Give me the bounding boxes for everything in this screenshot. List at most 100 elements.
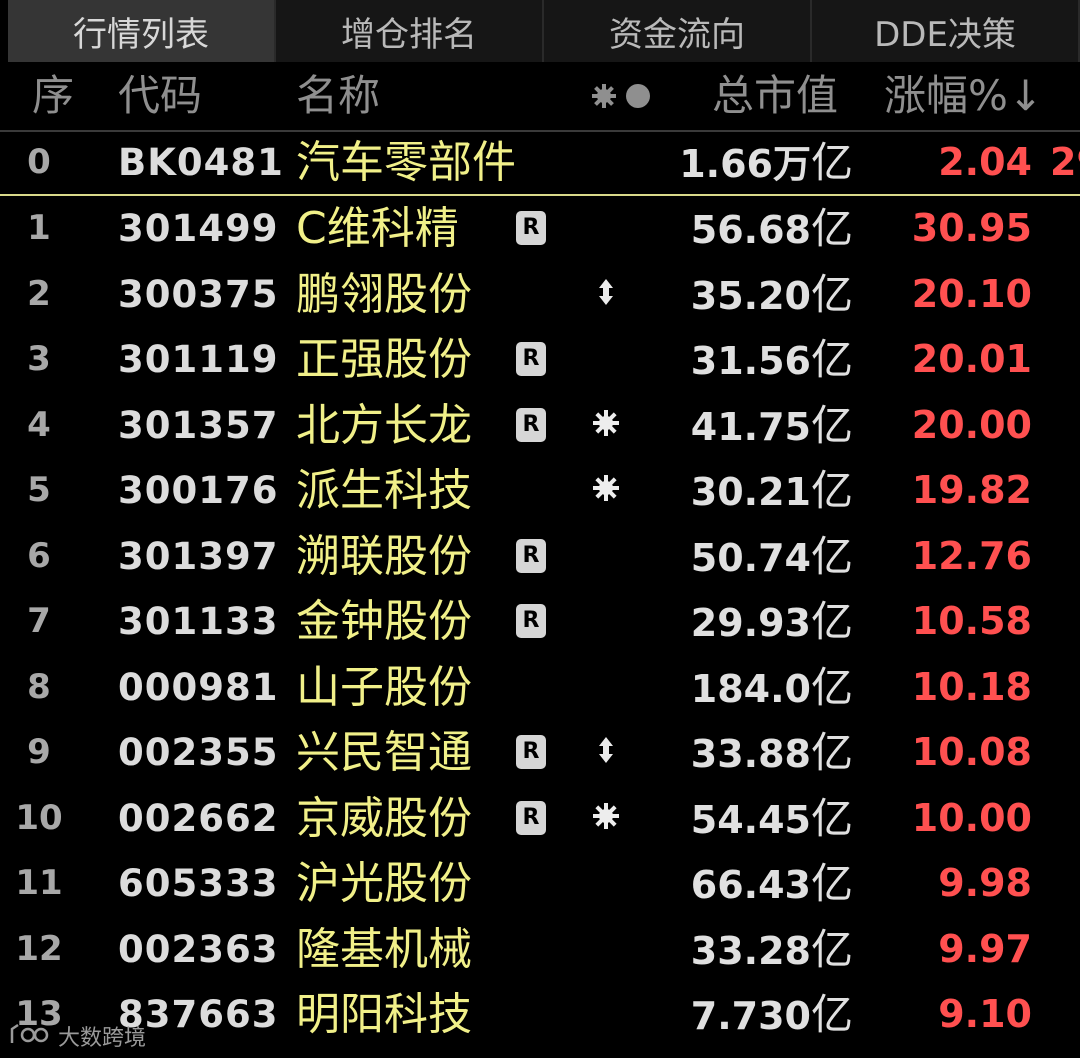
stock-name: 隆基机械 — [296, 923, 472, 975]
watermark: 大数跨境 — [8, 1018, 146, 1054]
change-percent: 30.95 — [911, 206, 1032, 250]
stock-name: C维科精 — [296, 203, 459, 254]
market-cap: 50.74亿 — [640, 524, 853, 589]
flag-column-icon[interactable] — [590, 82, 660, 110]
stock-code: 301357 — [118, 403, 279, 447]
stock-row[interactable]: 2 300375 鹏翎股份 35.20亿 20.10 — [0, 262, 1080, 328]
market-cap-unit: 亿 — [810, 859, 853, 908]
stock-name: 汽车零部件 — [296, 137, 516, 188]
r-badge: R — [516, 735, 546, 769]
header-name[interactable]: 名称 — [296, 62, 380, 130]
market-cap: 35.20亿 — [640, 262, 853, 327]
change-percent: 9.97 — [938, 926, 1032, 971]
tab-dde[interactable]: DDE决策 — [812, 0, 1080, 62]
tab-position-rank[interactable]: 增仓排名 — [276, 0, 544, 62]
market-cap-value: 56.68 — [690, 208, 811, 252]
stock-row[interactable]: 3 301119 正强股份 R 31.56亿 20.01 — [0, 327, 1080, 393]
market-cap: 33.28亿 — [640, 917, 853, 982]
row-index: 10 — [15, 797, 63, 838]
header-code[interactable]: 代码 — [118, 62, 202, 130]
row-index: 4 — [27, 404, 51, 445]
change-percent: 2.04 — [938, 140, 1032, 184]
stock-row[interactable]: 13 837663 明阳科技 7.730亿 9.10 — [0, 982, 1080, 1048]
row-index: 12 — [15, 928, 63, 969]
market-cap: 1.66万亿 — [640, 130, 853, 195]
market-cap: 41.75亿 — [640, 393, 853, 458]
header-market-cap[interactable]: 总市值 — [712, 62, 838, 130]
market-cap-value: 66.43 — [690, 863, 811, 907]
stock-name: 京威股份 — [296, 792, 472, 844]
stock-code: 002662 — [118, 796, 279, 840]
stock-name: 正强股份 — [296, 334, 472, 385]
stock-row[interactable]: 8 000981 山子股份 184.0亿 10.18 — [0, 655, 1080, 721]
r-badge: R — [516, 407, 546, 442]
row-index: 3 — [27, 339, 51, 379]
market-cap-value: 41.75 — [690, 404, 811, 449]
updown-arrow-icon — [588, 277, 624, 313]
r-badge: R — [516, 342, 546, 376]
stock-code: 301119 — [118, 338, 279, 381]
column-header: 序 代码 名称 总市值 涨幅%↓ — [0, 62, 1080, 132]
row-index: 5 — [27, 470, 51, 510]
star-icon — [588, 473, 624, 509]
market-cap-unit: 亿 — [810, 269, 853, 319]
stock-row[interactable]: 6 301397 溯联股份 R 50.74亿 12.76 — [0, 524, 1080, 590]
market-cap-unit: 亿 — [810, 597, 853, 646]
stock-row[interactable]: 12 002363 隆基机械 33.28亿 9.97 — [0, 917, 1080, 983]
change-percent: 20.00 — [911, 402, 1032, 447]
market-cap: 56.68亿 — [640, 196, 853, 261]
market-cap: 31.56亿 — [640, 327, 853, 392]
stock-name: 鹏翎股份 — [296, 268, 472, 320]
header-change-sort[interactable]: 涨幅%↓ — [884, 62, 1043, 130]
change-percent: 10.08 — [911, 730, 1032, 774]
change-percent: 10.58 — [911, 599, 1032, 643]
header-index[interactable]: 序 — [32, 62, 74, 130]
market-cap-unit: 亿 — [810, 662, 853, 712]
r-badge: R — [516, 538, 546, 573]
market-cap: 184.0亿 — [640, 655, 853, 720]
stock-row[interactable]: 10 002662 京威股份 R 54.45亿 10.00 — [0, 786, 1080, 852]
stock-row[interactable]: 5 300176 派生科技 30.21亿 19.82 — [0, 458, 1080, 524]
stock-row[interactable]: 9 002355 兴民智通 R 33.88亿 10.08 — [0, 720, 1080, 786]
sector-row[interactable]: 0 BK0481 汽车零部件 1.66万亿 2.04 29 — [0, 130, 1080, 196]
market-cap-value: 29.93 — [690, 601, 811, 645]
market-cap-unit: 亿 — [810, 400, 853, 450]
row-index: 0 — [27, 142, 51, 182]
market-cap-value: 33.28 — [690, 928, 811, 973]
stock-name: 山子股份 — [296, 661, 472, 713]
market-cap-unit: 亿 — [810, 728, 853, 777]
r-badge: R — [516, 800, 546, 835]
market-cap-unit: 亿 — [810, 793, 853, 843]
tab-market-list[interactable]: 行情列表 — [8, 0, 276, 62]
stock-code: 000981 — [118, 665, 279, 709]
stock-code: 605333 — [118, 862, 279, 905]
market-cap-unit: 亿 — [810, 990, 853, 1039]
market-cap: 30.21亿 — [640, 458, 853, 523]
star-icon — [588, 801, 624, 837]
market-cap-unit: 亿 — [810, 138, 853, 187]
market-cap: 7.730亿 — [640, 982, 853, 1047]
market-cap-value: 30.21 — [690, 470, 811, 514]
stock-row[interactable]: 7 301133 金钟股份 R 29.93亿 10.58 — [0, 589, 1080, 655]
tab-fund-flow[interactable]: 资金流向 — [544, 0, 812, 62]
change-percent: 12.76 — [911, 533, 1032, 578]
change-percent: 10.18 — [911, 664, 1032, 709]
stock-row[interactable]: 11 605333 沪光股份 66.43亿 9.98 — [0, 851, 1080, 917]
market-cap-unit: 亿 — [810, 204, 853, 253]
stock-name: 派生科技 — [296, 465, 472, 516]
stock-row[interactable]: 4 301357 北方长龙 R 41.75亿 20.00 — [0, 393, 1080, 459]
change-percent: 10.00 — [911, 795, 1032, 840]
stock-code: 301397 — [118, 534, 279, 578]
stock-name: 金钟股份 — [296, 596, 472, 647]
row-index: 6 — [27, 535, 51, 576]
stock-row[interactable]: 1 301499 C维科精 R 56.68亿 30.95 — [0, 196, 1080, 262]
stock-code: 300375 — [118, 272, 279, 316]
tab-bar: 行情列表 增仓排名 资金流向 DDE决策 — [8, 0, 1080, 62]
market-cap: 29.93亿 — [640, 589, 853, 654]
market-cap-value: 1.66万 — [679, 142, 811, 186]
market-cap-value: 33.88 — [690, 732, 811, 776]
market-cap: 33.88亿 — [640, 720, 853, 785]
row-index: 11 — [15, 863, 63, 903]
stock-code: 002355 — [118, 731, 279, 774]
r-badge: R — [516, 211, 546, 245]
